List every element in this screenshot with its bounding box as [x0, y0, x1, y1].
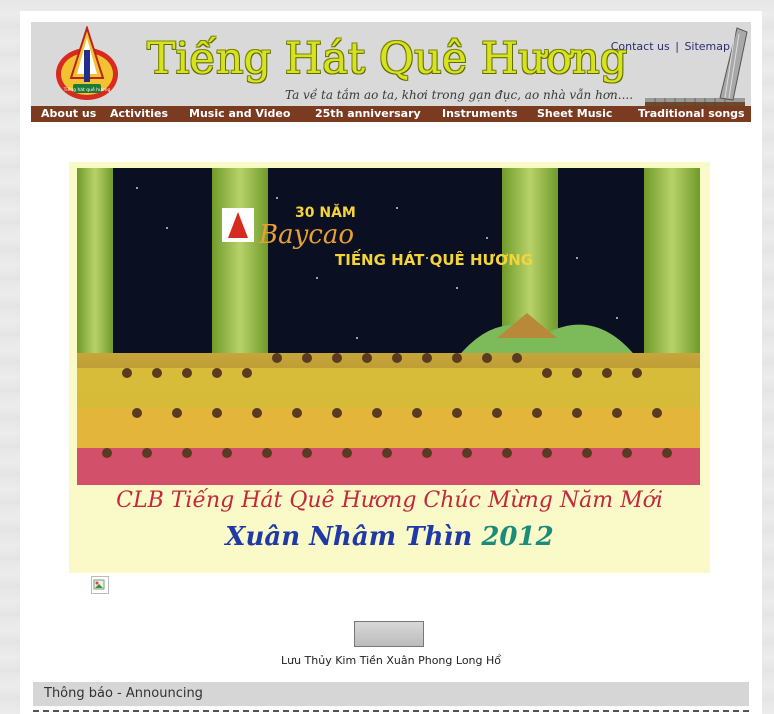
contact-us-link[interactable]: Contact us	[611, 40, 670, 53]
new-year-banner[interactable]: 30 NĂM Baycao TIẾNG HÁT QUÊ HƯƠNG CLB Ti…	[69, 162, 710, 573]
sitemap-link[interactable]: Sitemap	[684, 40, 730, 53]
stage-group-photo: 30 NĂM Baycao TIẾNG HÁT QUÊ HƯƠNG	[77, 168, 700, 485]
link-separator: |	[675, 40, 679, 53]
nav-item-instruments[interactable]: Instruments	[442, 106, 518, 122]
club-logo[interactable]: Tiếng hát quê hương	[53, 26, 121, 106]
current-song-title: Lưu Thủy Kim Tiền Xuân Phong Long Hổ	[280, 654, 501, 667]
nav-item-traditional-songs[interactable]: Traditional songs	[638, 106, 745, 122]
club-name-on-stage: TIẾNG HÁT QUÊ HƯƠNG	[335, 248, 533, 269]
broken-image-icon[interactable]	[91, 576, 109, 594]
site-header: Tiếng hát quê hương Tiếng Hát Quê Hương …	[31, 22, 751, 117]
logo-text: Tiếng hát quê hương	[63, 86, 111, 93]
announcements-header: Thông báo - Announcing	[33, 682, 749, 706]
section-divider	[33, 710, 749, 712]
audio-player-button[interactable]	[354, 621, 424, 647]
nav-item-about-us[interactable]: About us	[41, 106, 96, 122]
new-year-greeting: CLB Tiếng Hát Quê Hương Chúc Mừng Năm Mớ…	[116, 488, 663, 513]
year-number: 2012	[481, 522, 554, 552]
top-links: Contact us | Sitemap	[611, 40, 730, 53]
nav-item-25th-anniversary[interactable]: 25th anniversary	[315, 106, 421, 122]
anniversary-years: 30 NĂM	[295, 203, 356, 221]
nav-item-sheet-music[interactable]: Sheet Music	[537, 106, 612, 122]
anniversary-script-name: Baycao	[258, 220, 354, 250]
nav-item-activities[interactable]: Activities	[110, 106, 168, 122]
page-container: Tiếng hát quê hương Tiếng Hát Quê Hương …	[20, 11, 762, 714]
nav-item-music-and-video[interactable]: Music and Video	[189, 106, 290, 122]
site-slogan: Ta về ta tắm ao ta, khơi trong gạn đục, …	[285, 88, 634, 102]
new-year-year-line: Xuân Nhâm Thìn 2012	[69, 522, 710, 552]
year-words: Xuân Nhâm Thìn	[225, 522, 473, 552]
site-title[interactable]: Tiếng Hát Quê Hương	[147, 38, 627, 81]
main-nav: About us Activities Music and Video 25th…	[31, 106, 751, 122]
announcements-title: Thông báo - Announcing	[44, 686, 203, 701]
dan-tranh-illustration	[645, 27, 748, 112]
